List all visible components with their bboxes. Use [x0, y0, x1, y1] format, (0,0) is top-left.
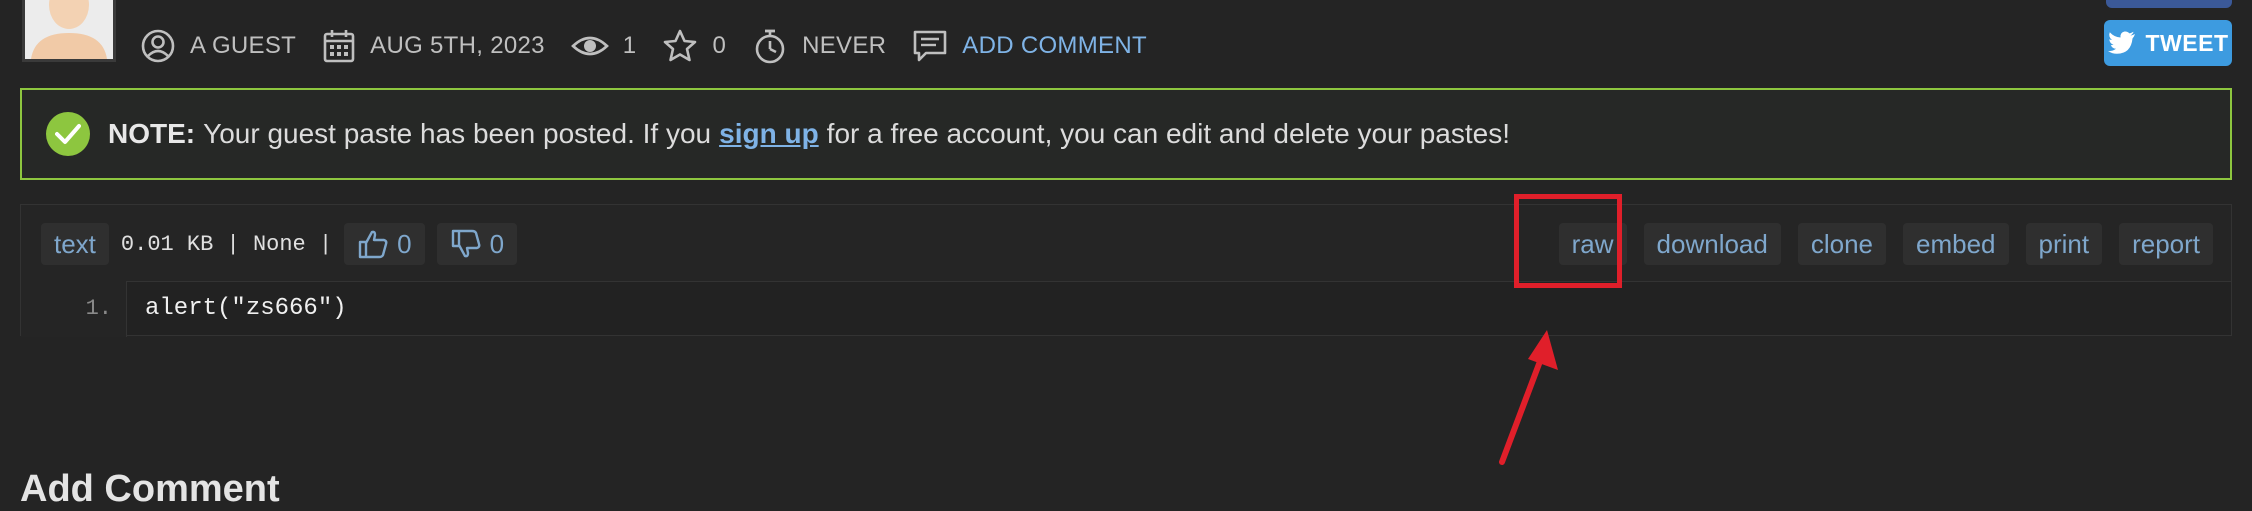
- note-text-before: Your guest paste has been posted. If you: [203, 118, 712, 149]
- like-count: 0: [397, 228, 412, 259]
- timer-icon: [755, 29, 785, 64]
- download-button[interactable]: download: [1643, 223, 1781, 265]
- clone-button[interactable]: clone: [1797, 223, 1886, 265]
- author-name: A GUEST: [190, 32, 297, 59]
- note-text-after: for a free account, you can edit and del…: [826, 118, 1510, 149]
- syntax-badge[interactable]: text: [41, 223, 109, 265]
- thumbs-up-icon: [358, 230, 388, 259]
- paste-date: AUG 5TH, 2023: [370, 32, 545, 59]
- paste-box: text 0.01 KB | None | 0 0 raw download c…: [20, 204, 2232, 337]
- view-count: 1: [622, 32, 637, 59]
- sign-up-link[interactable]: sign up: [719, 118, 819, 150]
- paste-actions: raw download clone embed print report: [1542, 223, 2213, 265]
- views-meta: 1: [570, 32, 637, 60]
- guest-paste-note: NOTE: Your guest paste has been posted. …: [20, 88, 2232, 180]
- line-number: 1.: [21, 281, 127, 337]
- code-line: 1. alert("zs666"): [21, 281, 2231, 337]
- date-meta: AUG 5TH, 2023: [322, 28, 545, 64]
- note-label: NOTE:: [108, 118, 196, 149]
- paste-meta-row: A GUEST AUG 5TH, 2023 1 0 NEVER ADD COMM…: [140, 20, 1173, 72]
- eye-icon: [570, 36, 609, 56]
- add-comment-label: ADD COMMENT: [962, 32, 1147, 59]
- raw-highlight-box: [1514, 194, 1622, 288]
- star-count: 0: [712, 32, 727, 59]
- thumbs-down-icon: [451, 229, 481, 258]
- stars-meta[interactable]: 0: [662, 28, 726, 64]
- dislike-count: 0: [489, 228, 505, 259]
- comment-icon: [913, 30, 947, 62]
- calendar-icon: [323, 30, 355, 63]
- twitter-icon: [2107, 31, 2135, 54]
- annotation-arrow-icon: [1499, 330, 1558, 465]
- paste-toolbar: text 0.01 KB | None | 0 0 raw download c…: [21, 205, 2231, 282]
- avatar[interactable]: [22, 0, 116, 62]
- print-button[interactable]: print: [2025, 223, 2103, 265]
- expiry-value: NEVER: [802, 32, 887, 59]
- code-text: alert("zs666"): [145, 295, 347, 322]
- check-icon: [46, 112, 90, 156]
- report-button[interactable]: report: [2119, 223, 2213, 265]
- embed-button[interactable]: embed: [1903, 223, 2009, 265]
- avatar-image: [25, 0, 113, 59]
- tweet-button[interactable]: TWEET: [2104, 20, 2232, 66]
- add-comment-link[interactable]: ADD COMMENT: [912, 29, 1147, 63]
- user-icon: [141, 29, 175, 63]
- expiry-meta: NEVER: [752, 27, 886, 65]
- star-icon: [664, 29, 697, 62]
- author-meta[interactable]: A GUEST: [140, 28, 296, 64]
- tweet-label: TWEET: [2145, 29, 2229, 56]
- like-button[interactable]: 0: [344, 223, 425, 265]
- facebook-share-button[interactable]: [2106, 0, 2232, 8]
- paste-size-info: 0.01 KB | None |: [120, 231, 333, 257]
- dislike-button[interactable]: 0: [436, 223, 518, 265]
